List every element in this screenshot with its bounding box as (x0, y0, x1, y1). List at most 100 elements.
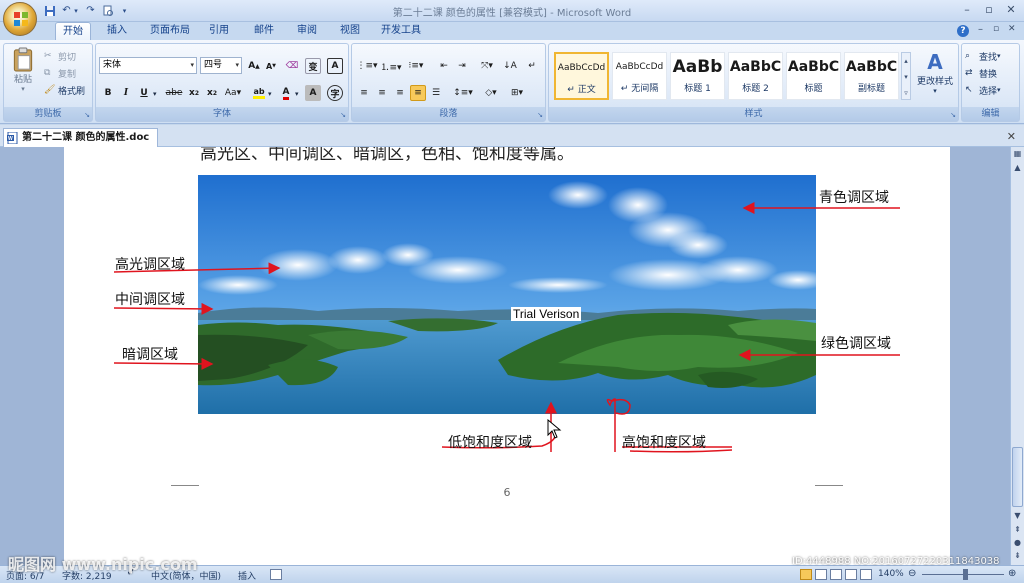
format-painter-button[interactable]: 🖌 格式刷 (44, 83, 85, 97)
web-layout-view-icon[interactable] (830, 569, 842, 580)
styles-group: AaBbCcDd ↵ 正文 AaBbCcDd ↵ 无间隔 AaBb 标题 1 A… (548, 43, 959, 122)
grow-font-button[interactable]: A ▲ (246, 58, 262, 74)
replace-button[interactable]: ⇄ 替换 (965, 66, 997, 80)
tab-developer[interactable]: 开发工具 (374, 22, 428, 40)
align-left-button[interactable]: ≡ (356, 85, 372, 101)
enclose-characters-button[interactable]: 字 (327, 85, 343, 101)
style-subtitle[interactable]: AaBbC 副标题 (844, 52, 899, 100)
highlight-color-button[interactable]: ab (250, 85, 268, 101)
bold-button[interactable]: B (100, 85, 116, 101)
style-normal[interactable]: AaBbCcDd ↵ 正文 (554, 52, 609, 100)
font-family-combo[interactable]: 宋体 ▾ (99, 57, 197, 74)
font-group: 宋体 ▾ 四号 ▾ A ▲ A ▼ ⌫ 变 A B I U ▾ abe x2 x2 Aa… (95, 43, 349, 122)
font-color-dropdown-icon[interactable]: ▾ (295, 90, 299, 98)
replace-icon: ⇄ (965, 68, 973, 78)
paste-button[interactable]: 粘贴 ▾ (8, 47, 38, 93)
phonetic-guide-button[interactable]: 变 (305, 58, 321, 74)
tab-references[interactable]: 引用 (202, 22, 236, 40)
chevron-down-icon: ▾ (190, 61, 194, 69)
shrink-font-button[interactable]: A ▼ (263, 58, 279, 74)
tab-insert[interactable]: 插入 (100, 22, 134, 40)
font-size-combo[interactable]: 四号 ▾ (200, 57, 242, 74)
chevron-down-icon: ▾ (235, 61, 239, 69)
chinese-layout-button[interactable]: ⤧▾ (476, 58, 498, 74)
ribbon-restore-icon[interactable]: ▫ (993, 24, 999, 34)
character-shading-button[interactable]: A (305, 85, 321, 101)
clear-format-icon[interactable]: ⌫ (284, 58, 300, 74)
scroll-thumb[interactable] (1012, 447, 1023, 507)
ribbon-minimize-icon[interactable]: – (978, 24, 983, 35)
underline-dropdown-icon[interactable]: ▾ (153, 90, 157, 98)
copy-button[interactable]: ⧉ 复制 (44, 66, 76, 80)
doc-close-icon[interactable]: ✕ (1008, 24, 1016, 34)
styles-launcher-icon[interactable]: ↘ (950, 111, 956, 119)
paragraph-launcher-icon[interactable]: ↘ (537, 111, 543, 119)
sort-button[interactable]: ↓A (502, 58, 518, 74)
zoom-level[interactable]: 140% (878, 569, 904, 579)
document-page[interactable]: 高光区、中间调区、暗调区，色相、饱和度等属。 Trial Verison 青色调… (64, 147, 950, 565)
character-border-button[interactable]: A (327, 58, 343, 74)
subscript-button[interactable]: x2 (186, 85, 202, 101)
insert-mode-status[interactable]: 插入 (238, 569, 256, 582)
tab-view[interactable]: 视图 (333, 22, 367, 40)
close-document-icon[interactable]: ✕ (1007, 130, 1016, 143)
numbering-button[interactable]: ⒈≡▾ (380, 58, 402, 74)
align-center-button[interactable]: ≡ (374, 85, 390, 101)
strikethrough-button[interactable]: abe (164, 85, 184, 101)
clipboard-launcher-icon[interactable]: ↘ (84, 111, 90, 119)
draft-view-icon[interactable] (860, 569, 872, 580)
shading-button[interactable]: ◇▾ (480, 85, 502, 101)
help-icon[interactable]: ? (957, 25, 969, 37)
select-button[interactable]: ↖ 选择 ▾ (965, 83, 1001, 97)
full-screen-view-icon[interactable] (815, 569, 827, 580)
browse-object-icon[interactable]: ● (1012, 538, 1023, 549)
cut-button[interactable]: ✂ 剪切 (44, 49, 76, 63)
tab-page-layout[interactable]: 页面布局 (143, 22, 197, 40)
scroll-down-icon[interactable]: ▼ (1012, 511, 1023, 522)
align-right-button[interactable]: ≡ (392, 85, 408, 101)
restore-button[interactable]: ▫ (980, 2, 998, 18)
tab-review[interactable]: 审阅 (290, 22, 324, 40)
ruler-toggle-icon[interactable]: ▦ (1012, 149, 1023, 160)
outline-view-icon[interactable] (845, 569, 857, 580)
office-button[interactable] (3, 2, 37, 36)
underline-button[interactable]: U (136, 85, 152, 101)
change-case-button[interactable]: Aa▾ (223, 85, 243, 101)
show-marks-button[interactable]: ↵ (524, 58, 540, 74)
style-no-spacing[interactable]: AaBbCcDd ↵ 无间隔 (612, 52, 667, 100)
change-styles-button[interactable]: A 更改样式 ▾ (913, 50, 957, 100)
vertical-scrollbar[interactable]: ▦ ▲ ▼ ⇞ ● ⇟ (1010, 147, 1024, 565)
paste-dropdown-icon[interactable]: ▾ (21, 85, 25, 93)
multilevel-list-button[interactable]: ⁝≡▾ (404, 58, 428, 74)
find-button[interactable]: ⌕ 查找 ▾ (965, 49, 1001, 63)
minimize-button[interactable]: – (958, 2, 976, 18)
tab-mailings[interactable]: 邮件 (247, 22, 281, 40)
close-button[interactable]: ✕ (1002, 2, 1020, 18)
borders-button[interactable]: ⊞▾ (506, 85, 528, 101)
styles-scroll[interactable]: ▴ ▾ ▿ (901, 52, 911, 100)
zoom-slider-thumb[interactable] (963, 569, 968, 580)
zoom-in-icon[interactable]: ⊕ (1008, 568, 1016, 579)
bullets-button[interactable]: ⋮≡▾ (356, 58, 378, 74)
style-title[interactable]: AaBbC 标题 (786, 52, 841, 100)
line-spacing-button[interactable]: ↕≡▾ (451, 85, 475, 101)
increase-indent-button[interactable]: ⇥ (454, 58, 470, 74)
font-color-button[interactable]: A (278, 85, 294, 101)
zoom-out-icon[interactable]: ⊖ (908, 568, 916, 579)
font-launcher-icon[interactable]: ↘ (340, 111, 346, 119)
italic-button[interactable]: I (118, 85, 134, 101)
document-tab[interactable]: W 第二十二课 颜色的属性.doc (3, 128, 159, 147)
highlight-dropdown-icon[interactable]: ▾ (268, 90, 272, 98)
previous-page-icon[interactable]: ⇞ (1012, 525, 1023, 536)
decrease-indent-button[interactable]: ⇤ (436, 58, 452, 74)
style-heading-1[interactable]: AaBb 标题 1 (670, 52, 725, 100)
distributed-button[interactable]: ☰ (428, 85, 444, 101)
tab-home[interactable]: 开始 (55, 22, 91, 40)
justify-button[interactable]: ≡ (410, 85, 426, 101)
scroll-up-icon[interactable]: ▲ (1012, 163, 1023, 174)
print-layout-view-icon[interactable] (800, 569, 812, 580)
style-heading-2[interactable]: AaBbC 标题 2 (728, 52, 783, 100)
macro-record-icon[interactable] (270, 569, 282, 580)
next-page-icon[interactable]: ⇟ (1012, 551, 1023, 562)
superscript-button[interactable]: x2 (204, 85, 220, 101)
